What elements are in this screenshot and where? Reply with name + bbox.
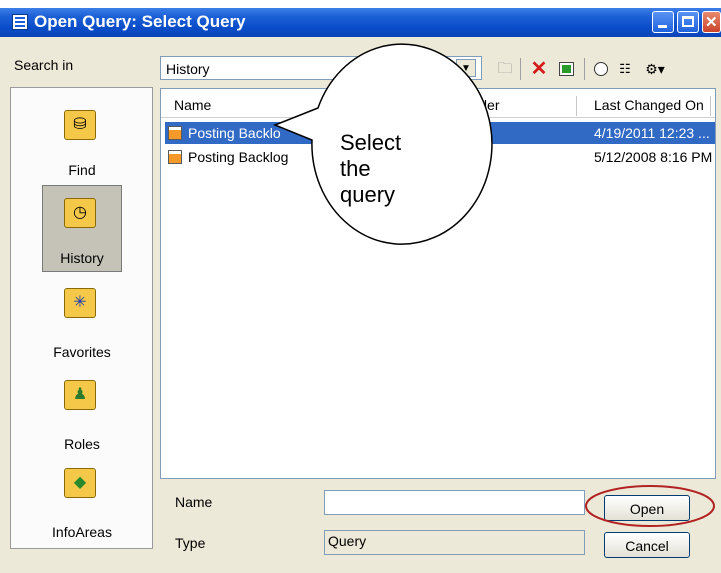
close-button[interactable]: ✕ [702, 11, 721, 33]
places-item-label: Find [68, 162, 96, 178]
row-provider: log [424, 125, 443, 141]
toolbar-separator [584, 58, 585, 80]
query-icon [168, 150, 182, 164]
star-icon: ✳ [64, 288, 96, 318]
row-name: Posting Backlo [188, 125, 281, 141]
details-view-icon[interactable]: ☷ [614, 58, 636, 80]
name-input[interactable] [324, 490, 585, 515]
up-folder-icon[interactable]: 🗀 [494, 58, 516, 80]
column-header-infoprovider[interactable]: InfoProvider [424, 97, 499, 113]
name-label: Name [175, 494, 213, 510]
dropdown-arrow-icon[interactable]: ▼ [456, 59, 476, 77]
type-label: Type [175, 535, 206, 551]
row-changed: 4/19/2011 12:23 ... [594, 125, 710, 141]
callout-line: query [340, 182, 396, 207]
search-in-value: History [166, 61, 210, 77]
column-header-name[interactable]: Name [174, 97, 211, 113]
search-in-label: Search in [14, 57, 74, 73]
toolbar-separator [520, 58, 521, 80]
maximize-button[interactable] [677, 11, 699, 33]
header-separator [161, 117, 715, 118]
column-header-last-changed[interactable]: Last Changed On [594, 97, 704, 113]
clock-icon: ◷ [64, 198, 96, 228]
window-title: Open Query: Select Query [34, 12, 246, 31]
callout-line: Select [340, 130, 402, 155]
places-item-history[interactable]: ◷ History [12, 188, 152, 268]
new-folder-icon[interactable] [556, 58, 578, 80]
places-item-label: InfoAreas [52, 524, 112, 540]
diamond-icon: ◆ [64, 468, 96, 498]
places-item-label: Favorites [53, 344, 111, 360]
callout-text: Select the query [340, 130, 401, 208]
places-item-infoareas[interactable]: ◆ InfoAreas [12, 458, 152, 540]
row-changed: 5/12/2008 8:16 PM [594, 149, 713, 165]
places-item-find[interactable]: ⛁ Find [12, 100, 152, 180]
minimize-button[interactable] [652, 11, 674, 33]
type-value: Query [328, 533, 367, 549]
delete-icon[interactable]: ✕ [528, 58, 550, 80]
places-item-favorites[interactable]: ✳ Favorites [12, 278, 152, 360]
query-icon [168, 126, 182, 140]
binoculars-icon: ⛁ [64, 110, 96, 140]
user-icon: ♟ [64, 380, 96, 410]
cancel-button[interactable]: Cancel [604, 532, 690, 558]
places-item-roles[interactable]: ♟ Roles [12, 370, 152, 452]
callout-line: the [340, 156, 371, 181]
places-item-label: Roles [64, 436, 100, 452]
refresh-icon[interactable] [590, 58, 612, 80]
tools-icon[interactable]: ⚙▾ [640, 58, 670, 80]
places-item-label: History [60, 250, 104, 266]
column-divider [576, 96, 577, 116]
open-button[interactable]: Open [604, 495, 690, 521]
window-app-icon [12, 14, 28, 30]
row-name: Posting Backlog [188, 149, 289, 165]
column-divider [710, 96, 711, 116]
